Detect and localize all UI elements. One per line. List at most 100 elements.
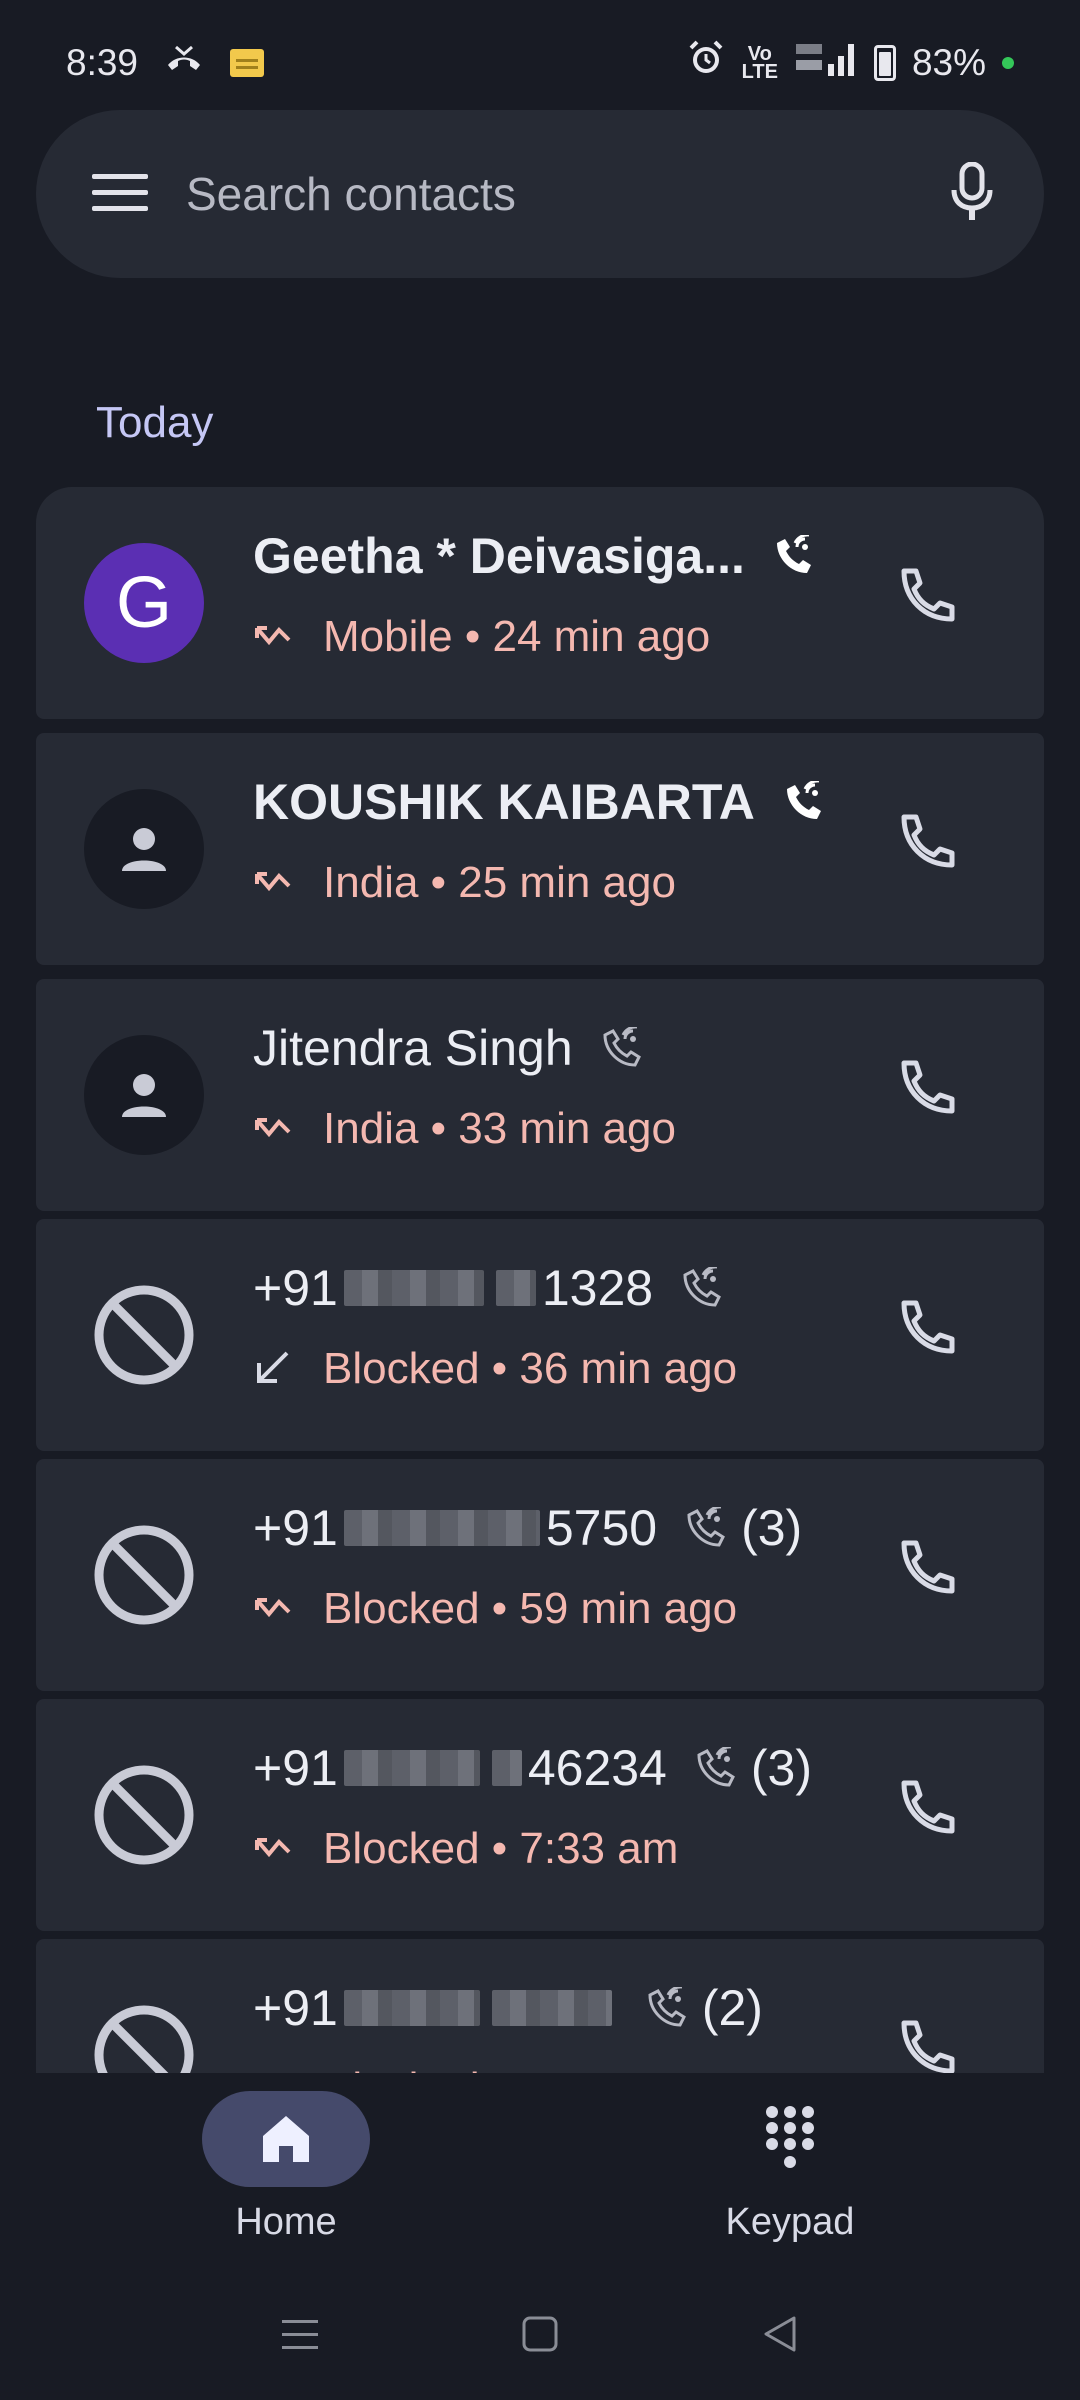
redacted-digits: [343, 1510, 540, 1546]
redacted-digits: [491, 1990, 612, 2026]
phone-prefix: +91: [253, 1260, 338, 1316]
search-input[interactable]: Search contacts: [186, 167, 516, 221]
call-detail-text: Blocked • 7:33 am: [323, 1824, 679, 1873]
call-button[interactable]: [896, 809, 960, 878]
notes-app-icon: [230, 48, 265, 77]
privacy-indicator-dot: [1002, 56, 1014, 69]
redacted-digits: [495, 1270, 536, 1306]
wifi-call-icon: [681, 1267, 723, 1309]
section-title-today: Today: [96, 398, 214, 447]
call-detail-text: Blocked • 36 min ago: [323, 1344, 738, 1393]
signal-icon: [794, 38, 858, 87]
menu-icon[interactable]: [92, 172, 148, 217]
contact-avatar[interactable]: [84, 1275, 204, 1395]
redacted-digits: [491, 1750, 522, 1786]
call-detail-text: Mobile • 24 min ago: [323, 612, 711, 661]
alarm-icon: [686, 38, 726, 87]
redacted-digits: [343, 1750, 480, 1786]
call-button[interactable]: [896, 1055, 960, 1124]
phone-prefix: +91: [253, 1500, 338, 1556]
microphone-icon[interactable]: [950, 161, 994, 227]
call-contact-name: KOUSHIK KAIBARTA: [253, 773, 825, 831]
call-detail-text: India • 25 min ago: [323, 858, 676, 907]
nav-home-pill[interactable]: [202, 2091, 370, 2187]
call-history-list[interactable]: G Geetha * Deivasiga... Mobile • 24 min …: [36, 487, 1044, 2073]
call-count: (2): [701, 1980, 763, 2036]
call-button[interactable]: [896, 563, 960, 632]
missed-call-icon: [253, 622, 293, 652]
battery-percentage: 83%: [911, 41, 986, 83]
missed-call-icon: [253, 1594, 293, 1624]
bottom-navigation: Home Keypad: [0, 2073, 1080, 2273]
call-log-row[interactable]: Jitendra Singh India • 33 min ago: [36, 979, 1044, 1211]
contact-name-text: Geetha * Deivasiga...: [253, 528, 745, 584]
search-bar[interactable]: Search contacts: [36, 110, 1044, 278]
call-detail: Blocked • 59 min ago: [253, 1584, 737, 1634]
call-detail-text: Blocked • 59 min ago: [323, 1584, 738, 1633]
call-detail: India • 33 min ago: [253, 1104, 676, 1154]
person-icon: [122, 1074, 166, 1117]
incoming-call-icon: [253, 1349, 293, 1389]
call-log-row[interactable]: G Geetha * Deivasiga... Mobile • 24 min …: [36, 487, 1044, 719]
phone-prefix: +91: [253, 1740, 338, 1796]
contact-avatar[interactable]: [84, 1035, 204, 1155]
blocked-icon: [94, 1765, 194, 1865]
missed-call-icon: [253, 1114, 293, 1144]
dialpad-icon: [766, 2106, 814, 2168]
blocked-icon: [94, 2005, 194, 2073]
call-detail-text: Blocked: [323, 2064, 480, 2073]
call-detail: Blocked: [253, 2064, 480, 2073]
wifi-call-icon: [646, 1987, 688, 2029]
phone-suffix: 1328: [541, 1260, 654, 1316]
call-contact-name: Jitendra Singh: [253, 1019, 643, 1077]
phone-prefix: +91: [253, 1980, 338, 2036]
phone-suffix: 5750: [545, 1500, 658, 1556]
wifi-call-icon: [601, 1027, 643, 1069]
nav-keypad[interactable]: Keypad: [680, 2091, 900, 2244]
call-log-row[interactable]: KOUSHIK KAIBARTA India • 25 min ago: [36, 733, 1044, 965]
call-detail: Blocked • 7:33 am: [253, 1824, 678, 1874]
missed-call-icon: [253, 1834, 293, 1864]
call-button[interactable]: [896, 2015, 960, 2073]
call-detail: Blocked • 36 min ago: [253, 1344, 737, 1394]
call-detail-text: India • 33 min ago: [323, 1104, 676, 1153]
call-contact-name: Geetha * Deivasiga...: [253, 527, 815, 585]
contact-avatar[interactable]: [84, 1515, 204, 1635]
status-bar: 8:39 Vo LTE 83%: [0, 0, 1080, 125]
missed-call-icon: [253, 868, 293, 898]
call-detail: India • 25 min ago: [253, 858, 676, 908]
wifi-call-icon: [783, 781, 825, 823]
back-icon[interactable]: [760, 2314, 800, 2359]
contact-avatar[interactable]: G: [84, 543, 204, 663]
redacted-digits: [343, 1990, 480, 2026]
battery-icon: [873, 44, 896, 81]
call-contact-name: +91 (2): [253, 1979, 763, 2037]
contact-avatar[interactable]: [84, 789, 204, 909]
contact-avatar[interactable]: [84, 1995, 204, 2073]
blocked-icon: [94, 1525, 194, 1625]
call-log-row[interactable]: +91 (2) Blocked: [36, 1939, 1044, 2073]
call-button[interactable]: [896, 1535, 960, 1604]
volte-indicator: Vo LTE: [741, 42, 778, 83]
call-contact-name: +91 1328: [253, 1259, 723, 1317]
wifi-call-icon: [685, 1507, 727, 1549]
home-button-icon[interactable]: [520, 2314, 560, 2359]
call-log-row[interactable]: +91 5750 (3) Blocked • 59 min ago: [36, 1459, 1044, 1691]
call-contact-name: +91 5750 (3): [253, 1499, 802, 1557]
call-button[interactable]: [896, 1295, 960, 1364]
person-icon: [122, 828, 166, 871]
recent-apps-icon[interactable]: [280, 2314, 320, 2359]
phone-suffix: 46234: [527, 1740, 667, 1796]
call-log-row[interactable]: +91 1328 Blocked • 36 min ago: [36, 1219, 1044, 1451]
nav-keypad-pill[interactable]: [706, 2091, 874, 2187]
nav-home-label: Home: [235, 2201, 337, 2243]
call-button[interactable]: [896, 1775, 960, 1844]
missed-call-notification-icon: [164, 42, 204, 84]
contact-name-text: KOUSHIK KAIBARTA: [253, 774, 755, 830]
contact-avatar[interactable]: [84, 1755, 204, 1875]
wifi-call-icon: [773, 535, 815, 577]
call-log-row[interactable]: +91 46234 (3) Blocked • 7:33 am: [36, 1699, 1044, 1931]
nav-home[interactable]: Home: [176, 2091, 396, 2244]
redacted-digits: [343, 1270, 484, 1306]
blocked-icon: [94, 1285, 194, 1385]
